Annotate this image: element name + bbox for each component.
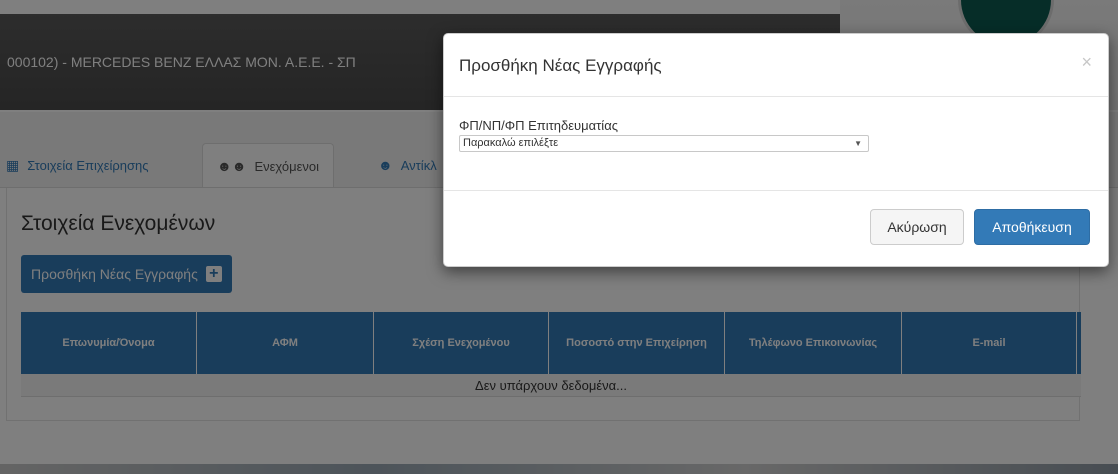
add-record-modal: Προσθήκη Νέας Εγγραφής × ΦΠ/ΝΠ/ΦΠ Επιτηδ… [443,33,1109,267]
modal-footer: Ακύρωση Αποθήκευση [444,190,1108,267]
person-type-label: ΦΠ/ΝΠ/ΦΠ Επιτηδευματίας [459,118,618,133]
close-icon[interactable]: × [1081,52,1092,73]
cancel-button[interactable]: Ακύρωση [870,209,964,245]
select-value: Παρακαλώ επιλέξτε [463,137,559,149]
modal-title: Προσθήκη Νέας Εγγραφής [459,56,662,75]
modal-header: Προσθήκη Νέας Εγγραφής × [444,34,1108,97]
chevron-down-icon: ▼ [854,139,862,148]
modal-body: ΦΠ/ΝΠ/ΦΠ Επιτηδευματίας Παρακαλώ επιλέξτ… [444,97,1108,190]
person-type-select[interactable]: Παρακαλώ επιλέξτε ▼ [459,135,869,152]
save-button[interactable]: Αποθήκευση [974,209,1090,245]
